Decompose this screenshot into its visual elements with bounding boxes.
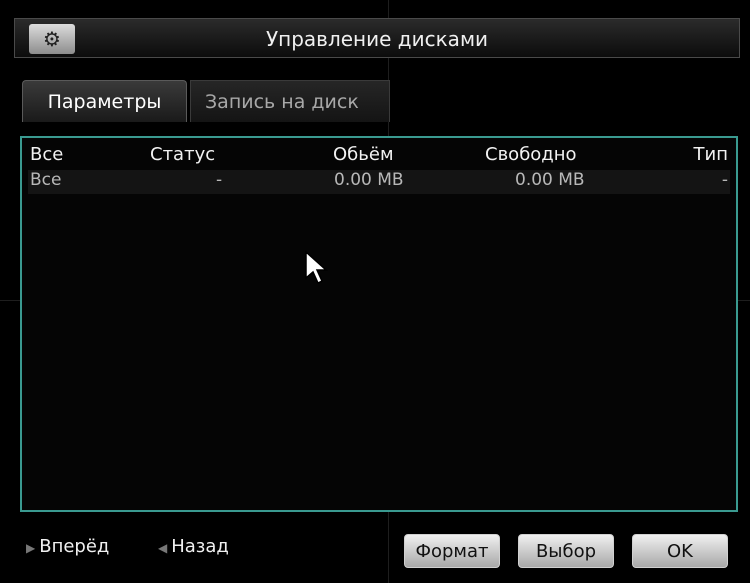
tab-disk-recording[interactable]: Запись на диск bbox=[190, 80, 390, 122]
select-button[interactable]: Выбор bbox=[518, 534, 614, 568]
cell-free: 0.00 MB bbox=[515, 170, 585, 190]
column-header-all[interactable]: Все bbox=[30, 144, 63, 165]
back-link[interactable]: ◀ Назад bbox=[158, 532, 229, 562]
window-title: Управление дисками bbox=[265, 27, 489, 51]
ok-button[interactable]: OK bbox=[632, 534, 728, 568]
table-header: Все Статус Обьём Свободно Тип bbox=[28, 144, 730, 168]
column-header-size: Обьём bbox=[333, 144, 394, 165]
cell-type: - bbox=[721, 170, 728, 190]
arrow-right-icon: ▶ bbox=[26, 541, 36, 555]
forward-link[interactable]: ▶ Вперёд bbox=[26, 532, 109, 562]
cell-all: Все bbox=[30, 170, 62, 190]
cell-status: - bbox=[216, 170, 223, 190]
window-titlebar: ⚙ Управление дисками bbox=[14, 18, 740, 58]
table-row[interactable]: Все - 0.00 MB 0.00 MB - bbox=[28, 170, 730, 194]
mouse-pointer-icon bbox=[305, 250, 328, 285]
forward-label: Вперёд bbox=[39, 536, 110, 557]
column-header-type: Тип bbox=[693, 144, 728, 165]
arrow-left-icon: ◀ bbox=[158, 541, 168, 555]
column-header-status: Статус bbox=[150, 144, 216, 165]
disk-table-panel: Все Статус Обьём Свободно Тип Все - 0.00… bbox=[20, 136, 738, 512]
back-label: Назад bbox=[171, 536, 229, 557]
format-button[interactable]: Формат bbox=[404, 534, 500, 568]
tab-parameters[interactable]: Параметры bbox=[22, 80, 187, 122]
cell-size: 0.00 MB bbox=[334, 170, 404, 190]
column-header-free: Свободно bbox=[485, 144, 577, 165]
